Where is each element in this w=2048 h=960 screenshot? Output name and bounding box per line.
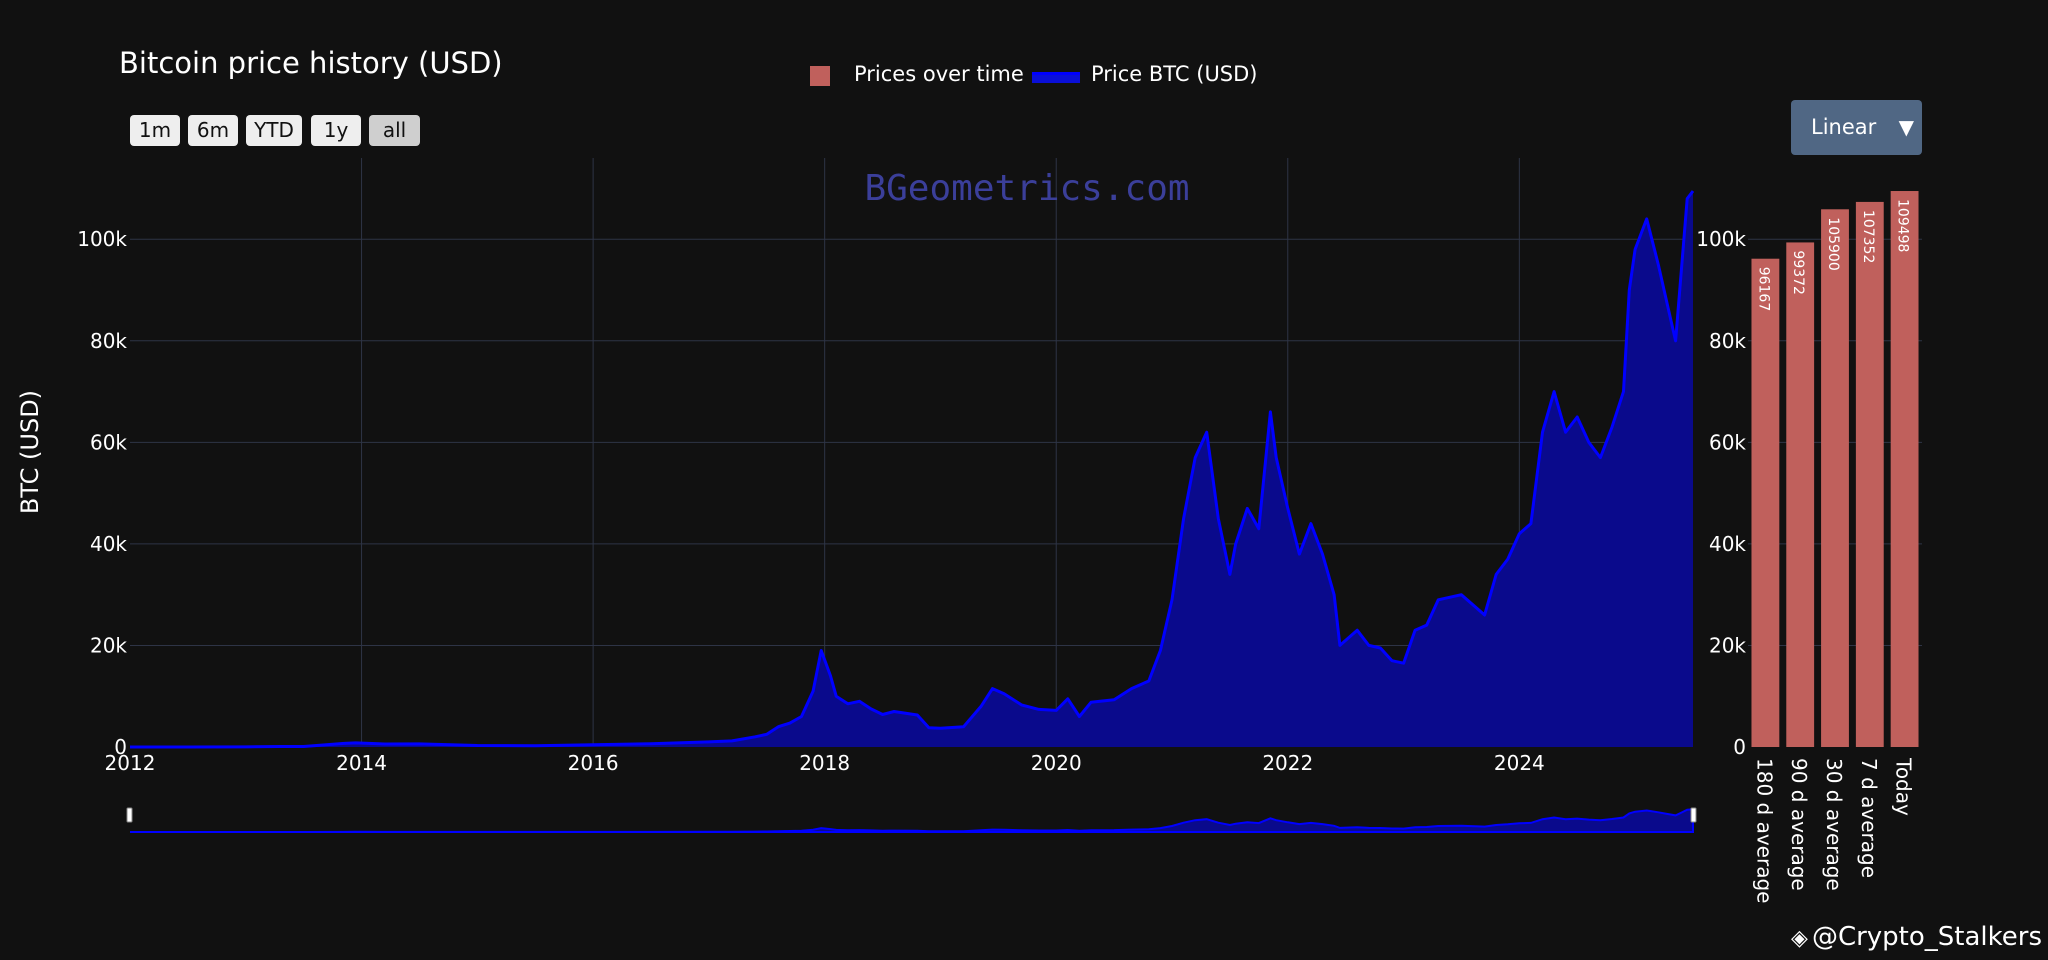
bar-category-label: 7 d average	[1857, 758, 1881, 878]
x-tick-label: 2022	[1262, 751, 1313, 775]
bar	[1855, 201, 1884, 748]
binance-logo-icon: ◈	[1791, 926, 1808, 951]
chart-canvas: 2012 2014 2016 2018 2020 2022 2024 0 20k 40k 60k 80…	[77, 158, 1922, 903]
bar-y-tick-label: 20k	[1709, 633, 1746, 657]
y-tick-label: 100k	[77, 227, 127, 251]
bar-value-label: 99372	[1790, 250, 1806, 295]
bar	[1821, 209, 1849, 747]
bar-value-label: 105900	[1825, 217, 1841, 270]
range-slider-handle[interactable]	[1690, 807, 1697, 823]
bar-value-label: 96167	[1755, 267, 1771, 312]
bar-category-label: 90 d average	[1787, 758, 1811, 891]
x-tick-label: 2018	[799, 751, 850, 775]
bar	[1786, 242, 1815, 747]
watermark: BGeometrics.com	[864, 168, 1190, 209]
bar-y-tick-label: 60k	[1709, 430, 1746, 454]
bar-value-label: 107352	[1860, 210, 1876, 263]
bar-y-tick-label: 40k	[1709, 532, 1746, 556]
range-slider-handle[interactable]	[126, 807, 133, 823]
credit-text: @Crypto_Stalkers	[1811, 922, 2042, 952]
bar	[1890, 191, 1919, 747]
x-tick-label: 2014	[336, 751, 387, 775]
credit: ◈ @Crypto_Stalkers	[1791, 922, 2042, 952]
x-tick-label: 2024	[1494, 751, 1545, 775]
bar-category-label: 30 d average	[1822, 758, 1846, 891]
bar-y-tick-label: 0	[1733, 735, 1746, 759]
bar	[1751, 258, 1780, 747]
y-tick-label: 40k	[90, 532, 127, 556]
y-tick-label: 0	[114, 735, 127, 759]
bar-category-label: 180 d average	[1752, 758, 1776, 903]
bar-y-tick-label: 80k	[1709, 329, 1746, 353]
bar-category-label: Today	[1892, 757, 1916, 816]
x-tick-label: 2020	[1031, 751, 1082, 775]
y-tick-label: 20k	[90, 633, 127, 657]
bar-y-tick-label: 100k	[1696, 227, 1746, 251]
x-tick-label: 2016	[568, 751, 619, 775]
y-tick-label: 60k	[90, 430, 127, 454]
x-tick-label: 2012	[105, 751, 156, 775]
price-area	[130, 191, 1693, 747]
y-tick-label: 80k	[90, 329, 127, 353]
bar-value-label: 109498	[1895, 199, 1911, 252]
